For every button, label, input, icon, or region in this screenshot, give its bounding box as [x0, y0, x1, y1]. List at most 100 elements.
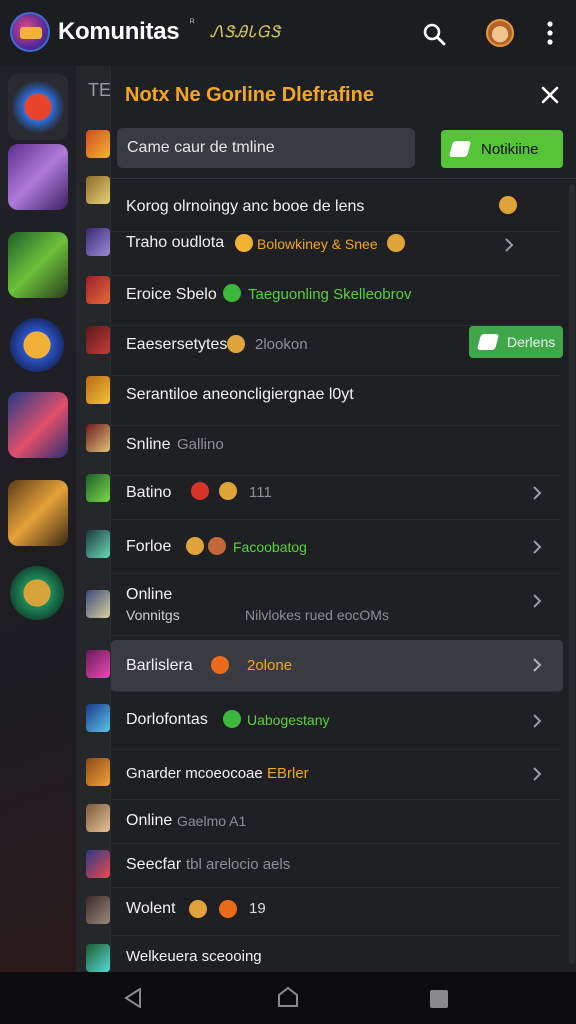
list-item[interactable]: Batino 111	[111, 476, 561, 520]
row-subtext: EBrler	[267, 765, 309, 782]
filter-input[interactable]: Came caur de tmline	[117, 128, 415, 168]
row-label: Batino	[126, 484, 172, 501]
row-subtext: tbl arelocio aels	[186, 856, 291, 873]
row-subtext: 111	[249, 484, 272, 501]
row-label-secondary: Vonnitgs	[126, 607, 180, 623]
strip-thumb[interactable]	[86, 130, 110, 158]
strip-thumb[interactable]	[86, 228, 110, 256]
list-item[interactable]: Online Gaelmo A1	[111, 800, 561, 844]
app-title: Komunitas	[58, 18, 180, 45]
row-subtext: Nilvlokes rued eocOMs	[245, 607, 389, 623]
list-item[interactable]: Serantiloe aneoncligiergnae l0yt	[111, 376, 561, 426]
clover-icon	[223, 710, 241, 728]
nav-back-icon[interactable]	[124, 988, 142, 1008]
row-label: Online	[126, 812, 173, 829]
row-subtext: Gallino	[177, 436, 224, 453]
notification-button[interactable]: Notikiine	[441, 130, 563, 168]
smiley-icon	[208, 537, 226, 555]
community-icon-emblem[interactable]	[10, 566, 64, 620]
community-icon-knight[interactable]	[8, 392, 68, 458]
search-icon[interactable]	[422, 22, 446, 46]
row-subtext: Facoobatog	[233, 539, 307, 555]
row-label: Snline	[126, 436, 171, 453]
community-icon-green[interactable]	[8, 232, 68, 298]
row-label: Gnarder mcoeocoae	[126, 765, 263, 782]
tag-icon	[448, 141, 472, 157]
strip-thumb[interactable]	[86, 944, 110, 972]
strip-thumb[interactable]	[86, 376, 110, 404]
chevron-right-icon	[533, 714, 542, 728]
strip-thumb[interactable]	[86, 326, 110, 354]
row-label: Dorlofontas	[126, 711, 208, 728]
app-brand-text: ᏁᏕᎯᏓᏀᏕ	[210, 24, 282, 41]
app-title-superscript: ᴿ	[190, 18, 195, 29]
strip-thumb[interactable]	[86, 590, 110, 618]
community-icon-golden[interactable]	[8, 480, 68, 546]
chevron-right-icon	[533, 658, 542, 672]
community-icon-badge[interactable]	[10, 318, 64, 372]
strip-thumb[interactable]	[86, 176, 110, 204]
strip-thumb[interactable]	[86, 896, 110, 924]
list-item[interactable]: Dorlofontas Uabogestany	[111, 696, 561, 750]
app-logo[interactable]	[10, 12, 50, 52]
notification-button-label: Notikiine	[481, 140, 539, 158]
row-label: Serantiloe aneoncligiergnae l0yt	[126, 386, 354, 403]
nav-home-icon[interactable]	[277, 986, 299, 1008]
clover-icon	[223, 284, 241, 302]
strip-thumb[interactable]	[86, 424, 110, 452]
list-item[interactable]: Online Vonnitgs Nilvlokes rued eocOMs	[111, 574, 561, 636]
strip-thumb[interactable]	[86, 850, 110, 878]
chevron-right-icon	[533, 594, 542, 608]
row-label: Korog olrnoingy anc booe de lens	[126, 198, 365, 215]
row-label: Traho oudlota	[126, 234, 225, 251]
community-icon-warrior[interactable]	[8, 144, 68, 210]
list-item[interactable]: Traho oudlota Bolowkiney & Snee	[111, 232, 561, 276]
chevron-right-icon	[533, 486, 542, 500]
chevron-right-icon	[533, 767, 542, 781]
smiley-icon	[189, 900, 207, 918]
row-subtext: 2olone	[247, 657, 293, 674]
row-label: Online	[126, 586, 173, 603]
strip-thumb[interactable]	[86, 530, 110, 558]
list-item[interactable]: Forloe Facoobatog	[111, 520, 561, 574]
smiley-icon	[227, 335, 245, 353]
smiley-icon	[499, 196, 517, 214]
row-subtext: Bolowkiney & Snee	[257, 236, 378, 252]
scrollbar[interactable]	[569, 184, 575, 964]
row-action-label: Derlens	[507, 334, 556, 350]
row-subtext: Gaelmo A1	[177, 813, 247, 829]
list-item[interactable]: Welkeuera sceooing	[111, 936, 561, 972]
strip-thumb[interactable]	[86, 650, 110, 678]
row-label: Eroice Sbelo	[126, 286, 217, 303]
avatar[interactable]	[486, 19, 514, 47]
tag-icon	[476, 334, 500, 350]
list-item[interactable]: Gnarder mcoeocoae EBrler	[111, 750, 561, 800]
list-item[interactable]: Snline Gallino	[111, 426, 561, 476]
row-label: Wolent	[126, 900, 176, 917]
smiley-icon	[186, 537, 204, 555]
list-item-selected[interactable]: Barlislera 2olone	[111, 640, 563, 692]
more-vertical-icon[interactable]	[540, 20, 560, 46]
strip-thumb[interactable]	[86, 758, 110, 786]
strip-thumb[interactable]	[86, 804, 110, 832]
strip-thumb[interactable]	[86, 704, 110, 732]
sticker-icon	[191, 482, 209, 500]
strip-thumb[interactable]	[86, 474, 110, 502]
list-item[interactable]: Eroice Sbelo Taeguonling Skelleobrov	[111, 276, 561, 326]
row-label: Seecfar	[126, 856, 182, 873]
close-icon[interactable]	[537, 82, 563, 108]
row-label: Barlislera	[126, 657, 193, 674]
list-item[interactable]: Seecfar tbl arelocio aels	[111, 844, 561, 888]
row-action-button[interactable]: Derlens	[469, 326, 563, 358]
row-subtext: Taeguonling Skelleobrov	[248, 286, 412, 303]
chevron-right-icon	[505, 238, 514, 252]
notification-panel: Notx Ne Gorline Dlefrafine Came caur de …	[110, 66, 576, 972]
community-icon-hero[interactable]	[8, 74, 68, 140]
strip-thumb[interactable]	[86, 276, 110, 304]
strip-tab-label: TE	[88, 80, 112, 100]
list-item[interactable]: Eaesersetytes 2lookon Derlens	[111, 326, 563, 376]
nav-recent-icon[interactable]	[430, 990, 448, 1008]
sticker-icon	[211, 656, 229, 674]
list-item[interactable]: Korog olrnoingy anc booe de lens	[111, 182, 561, 232]
list-item[interactable]: Wolent 19	[111, 888, 561, 936]
